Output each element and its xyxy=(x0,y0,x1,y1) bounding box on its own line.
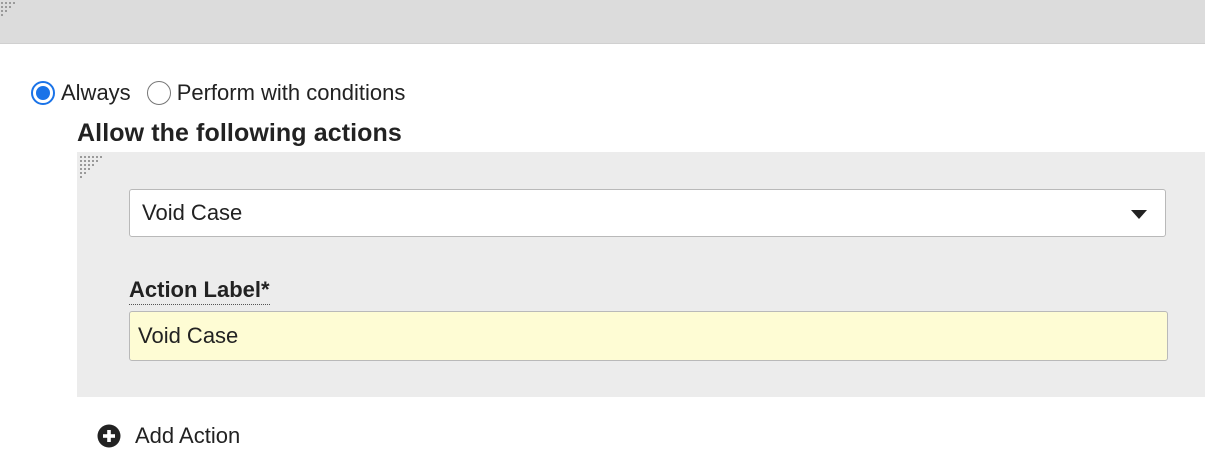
perform-with-conditions-label[interactable]: Perform with conditions xyxy=(177,80,406,106)
action-type-select[interactable]: Void Case xyxy=(129,189,1166,237)
section-title: Allow the following actions xyxy=(77,119,402,147)
caret-down-icon[interactable] xyxy=(1131,210,1147,219)
condition-mode-group: Always Perform with conditions xyxy=(31,78,405,108)
top-bar xyxy=(0,0,1205,44)
action-panel: Void Case Action Label* xyxy=(77,152,1205,397)
always-radio-label[interactable]: Always xyxy=(61,80,131,106)
add-action-button[interactable]: Add Action xyxy=(97,421,240,451)
action-label-input[interactable] xyxy=(129,311,1168,361)
drag-handle-icon[interactable] xyxy=(80,156,104,178)
always-radio-option[interactable]: Always xyxy=(31,80,131,106)
conditions-radio-option[interactable]: Perform with conditions xyxy=(146,80,406,106)
action-label-heading: Action Label* xyxy=(129,277,270,305)
action-type-value: Void Case xyxy=(142,200,243,225)
always-radio[interactable] xyxy=(31,81,55,105)
plus-circle-icon[interactable] xyxy=(97,424,121,448)
perform-with-conditions-radio[interactable] xyxy=(146,81,171,105)
drag-handle-icon[interactable] xyxy=(1,2,17,16)
add-action-label[interactable]: Add Action xyxy=(135,423,240,449)
